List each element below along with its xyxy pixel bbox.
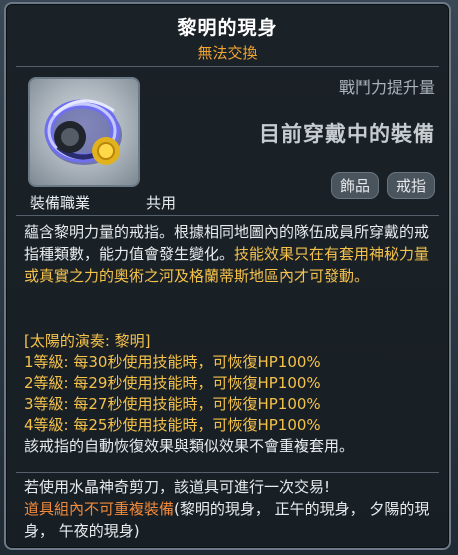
power-increase-label: 戰鬥力提升量: [338, 78, 435, 97]
item-description: 蘊含黎明力量的戒指。根據相同地圖內的隊伍成員所穿戴的戒指種類數，能力值會發生變化…: [24, 221, 434, 287]
set-effect: [太陽的演奏: 黎明] 1等級: 每30秒使用技能時，可恢復HP100% 2等級…: [24, 331, 434, 457]
item-icon-frame: [28, 77, 140, 187]
item-name: 黎明的現身: [177, 17, 278, 39]
item-tooltip: 黎明的現身 無法交換 戰鬥力提升量 目前穿戴中的裝備 裝備職業 共用 飾品 戒指…: [4, 2, 451, 550]
job-label: 裝備職業: [30, 194, 91, 212]
tag-accessory: 飾品: [330, 172, 379, 199]
set-effect-note: 該戒指的自動恢復效果與類似效果不會重複套用。: [24, 437, 355, 455]
set-effect-level-4: 4等級: 每25秒使用技能時，可恢復HP100%: [24, 416, 321, 434]
trade-status: 無法交換: [197, 44, 258, 62]
job-value: 共用: [146, 194, 177, 212]
set-effect-level-1: 1等級: 每30秒使用技能時，可恢復HP100%: [24, 353, 321, 371]
divider: [16, 66, 439, 67]
ring-icon: [44, 99, 122, 165]
item-tags: 飾品 戒指: [330, 172, 435, 199]
set-effect-header: [太陽的演奏: 黎明]: [24, 332, 151, 350]
divider: [16, 215, 439, 216]
tag-ring: 戒指: [386, 172, 435, 199]
duplicate-restriction: 道具組內不可重複裝備(黎明的現身， 正午的現身， 夕陽的現身， 午夜的現身): [24, 498, 436, 542]
set-effect-level-2: 2等級: 每29秒使用技能時，可恢復HP100%: [24, 374, 321, 392]
equipped-label: 目前穿戴中的裝備: [259, 122, 435, 146]
scissor-note: 若使用水晶神奇剪刀，該道具可進行一次交易!: [24, 478, 331, 496]
duplicate-restriction-label: 道具組內不可重複裝備: [24, 500, 175, 518]
divider: [16, 472, 439, 473]
set-effect-level-3: 3等級: 每27秒使用技能時，可恢復HP100%: [24, 395, 321, 413]
